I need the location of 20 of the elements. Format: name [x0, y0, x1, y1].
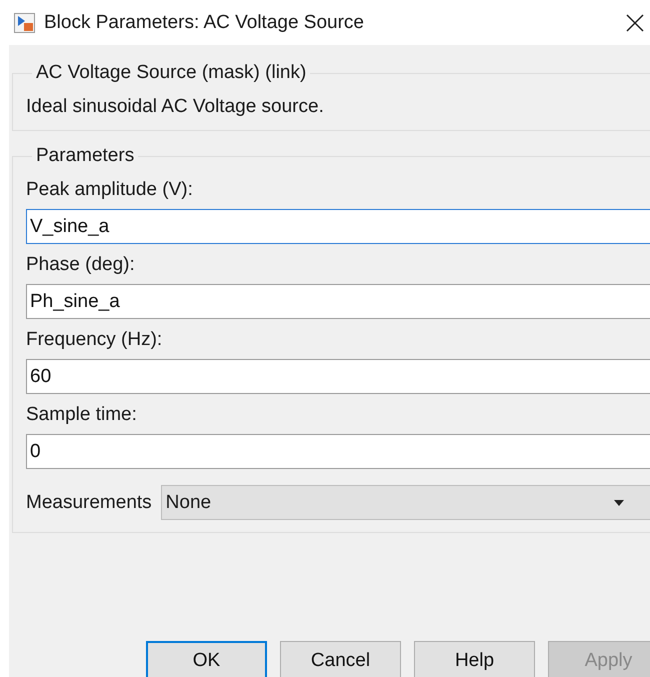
field-label: Peak amplitude (V):	[26, 179, 194, 201]
input-field[interactable]: 60	[26, 359, 650, 394]
field-label: Frequency (Hz):	[26, 329, 164, 351]
input-field[interactable]: Ph_sine_a	[26, 284, 650, 319]
caret-icon	[614, 500, 624, 506]
input-field[interactable]: V_sine_a	[26, 209, 650, 244]
dialog-button[interactable]: Help	[414, 641, 535, 677]
group-title: Parameters	[35, 145, 136, 167]
field-label: Measurements	[26, 492, 152, 514]
dropdown[interactable]: None	[160, 485, 650, 520]
description-text: Ideal sinusoidal AC Voltage source.	[26, 96, 325, 118]
field-label: Sample time:	[26, 404, 138, 426]
dialog-button[interactable]: OK	[146, 641, 267, 677]
block-icon	[14, 12, 35, 32]
close-button[interactable]	[624, 12, 646, 34]
input-field[interactable]: 0	[26, 434, 650, 469]
group-title: AC Voltage Source (mask) (link)	[35, 62, 308, 84]
field-label: Phase (deg):	[26, 254, 136, 276]
dialog-button[interactable]: Cancel	[280, 641, 401, 677]
window-title: Block Parameters: AC Voltage Source	[44, 12, 365, 34]
